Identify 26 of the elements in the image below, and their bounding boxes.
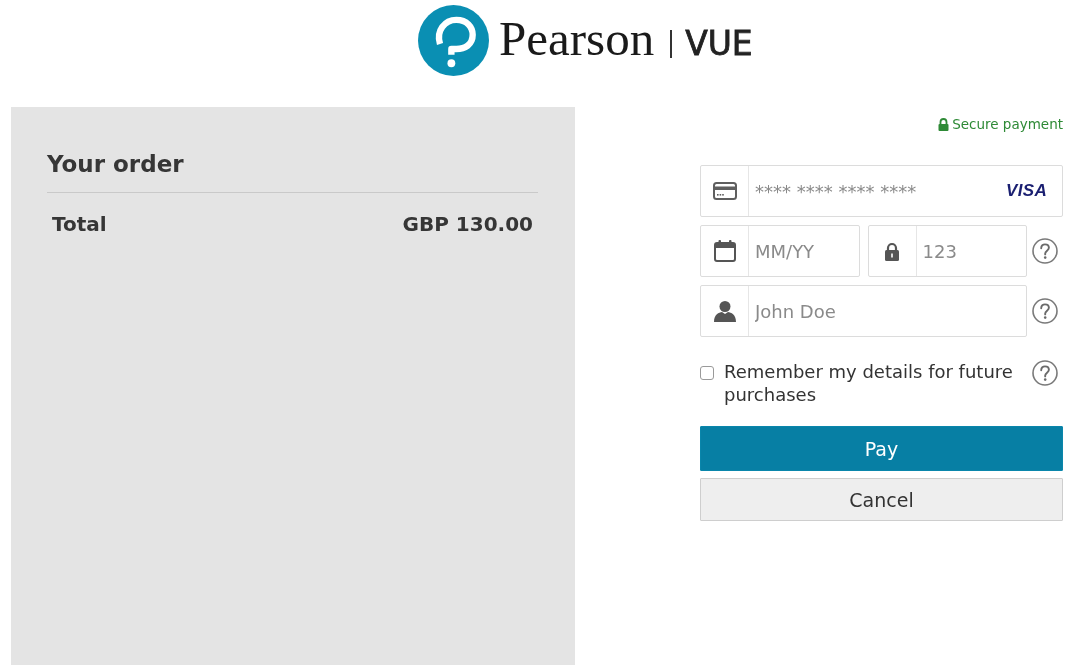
- help-icon[interactable]: [1032, 360, 1058, 386]
- card-brand-logo: VISA: [1006, 181, 1048, 201]
- lock-icon: [938, 117, 950, 131]
- expiry-date-field[interactable]: MM/YY: [700, 225, 860, 277]
- calendar-icon: [713, 240, 736, 262]
- lock-icon: [884, 241, 900, 261]
- help-icon[interactable]: [1032, 238, 1058, 264]
- card-number-input[interactable]: **** **** **** ****: [749, 166, 1007, 216]
- logo-icon: [418, 5, 489, 76]
- checkbox[interactable]: [700, 366, 714, 380]
- person-icon: [713, 300, 736, 322]
- cancel-button[interactable]: Cancel: [700, 478, 1063, 521]
- credit-card-icon: [712, 182, 737, 200]
- total-label: Total: [52, 211, 107, 237]
- pay-button[interactable]: Pay: [700, 426, 1063, 471]
- total-amount: GBP 130.00: [402, 211, 533, 237]
- security-code-input[interactable]: 123: [916, 226, 1026, 276]
- card-number-field[interactable]: **** **** **** **** VISA: [700, 165, 1063, 217]
- help-icon[interactable]: [1032, 298, 1058, 324]
- order-title: Your order: [47, 150, 185, 179]
- product-name: VUE: [685, 26, 753, 60]
- checkbox-label: Remember my details for future purchases: [724, 360, 1014, 406]
- brand-name: Pearson: [499, 14, 655, 63]
- secure-payment-note: Secure payment: [952, 115, 1063, 133]
- expiry-date-input[interactable]: MM/YY: [749, 226, 859, 276]
- security-code-field[interactable]: 123: [867, 225, 1027, 277]
